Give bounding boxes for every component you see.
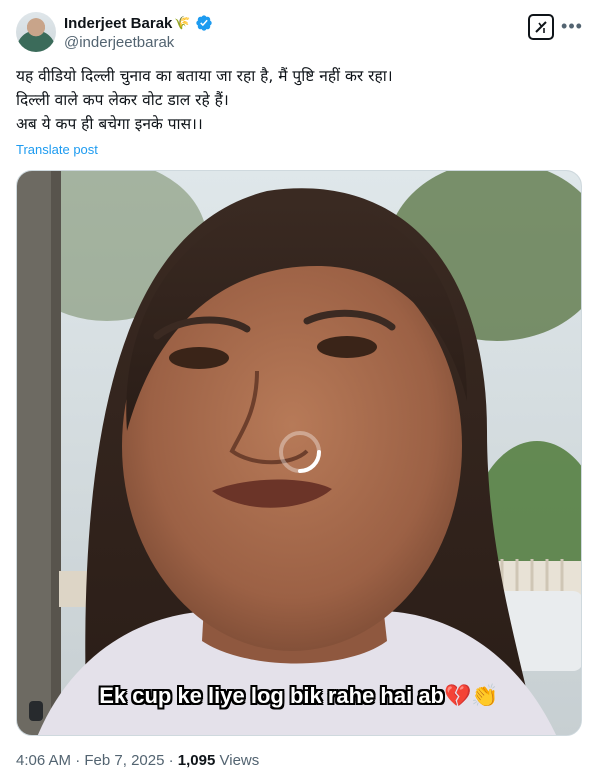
author-name-row: Inderjeet Barak 🌾 (64, 14, 213, 32)
post-date[interactable]: Feb 7, 2025 (84, 752, 164, 769)
translate-post-link[interactable]: Translate post (16, 142, 98, 157)
views-label: Views (215, 752, 260, 769)
tweet-line: दिल्ली वाले कप लेकर वोट डाल रहे हैं। (16, 91, 229, 109)
tweet-line: यह वीडियो दिल्ली चुनाव का बताया जा रहा ह… (16, 67, 393, 85)
wheat-icon: 🌾 (174, 15, 191, 30)
tweet-line: अब ये कप ही बचेगा इनके पास।। (16, 115, 203, 133)
grok-button[interactable] (528, 14, 554, 40)
caption-emoji: 💔👏 (444, 684, 499, 709)
views-count[interactable]: 1,095 (178, 752, 216, 769)
video-caption: Ek cup ke liye log bik rahe hai ab💔👏 (17, 683, 581, 709)
avatar[interactable] (16, 12, 56, 52)
tweet-header: Inderjeet Barak 🌾 @inderjeetbarak ••• (16, 12, 586, 56)
tweet-text: यह वीडियो दिल्ली चुनाव का बताया जा रहा ह… (16, 64, 576, 136)
display-name[interactable]: Inderjeet Barak (64, 15, 172, 32)
meta-separator: · (71, 752, 85, 769)
author-handle[interactable]: @inderjeetbarak (64, 34, 174, 51)
verified-badge-icon[interactable] (195, 14, 213, 32)
video-badge-icon (29, 701, 43, 721)
post-time[interactable]: 4:06 AM (16, 752, 71, 769)
loading-spinner-icon (279, 431, 321, 473)
meta-separator: · (164, 752, 178, 769)
tweet-meta: 4:06 AM · Feb 7, 2025 · 1,095 Views (16, 752, 259, 769)
video-player[interactable]: Ek cup ke liye log bik rahe hai ab💔👏 (16, 170, 582, 736)
more-options-button[interactable]: ••• (561, 16, 582, 36)
grok-icon (535, 21, 547, 33)
video-caption-text: Ek cup ke liye log bik rahe hai ab (99, 683, 444, 708)
